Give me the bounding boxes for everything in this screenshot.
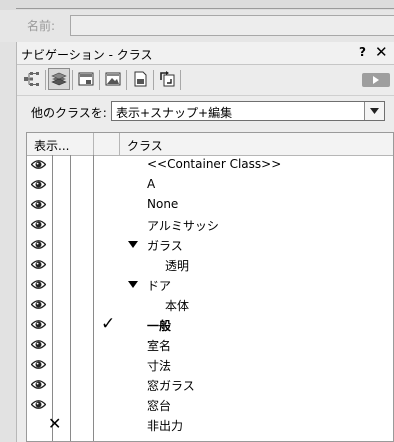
class-name: 透明 bbox=[165, 259, 190, 273]
eye-icon[interactable] bbox=[30, 199, 47, 213]
eye-icon[interactable] bbox=[30, 219, 47, 233]
name-field[interactable] bbox=[70, 15, 394, 36]
class-row[interactable]: 室名 bbox=[27, 335, 393, 355]
eye-icon[interactable] bbox=[30, 359, 47, 373]
eye-icon[interactable] bbox=[30, 239, 47, 253]
class-name: ガラス bbox=[147, 239, 183, 253]
class-row[interactable]: 本体 bbox=[27, 295, 393, 315]
class-list: 表示... クラス <<Container Class>> A None アルミサッシ… bbox=[26, 132, 394, 442]
class-name: 窓ガラス bbox=[147, 379, 195, 393]
class-name: 窓台 bbox=[147, 399, 172, 413]
class-row[interactable]: ガラス bbox=[27, 235, 393, 255]
class-name: アルミサッシ bbox=[147, 219, 219, 233]
viewport-icon[interactable] bbox=[75, 68, 97, 90]
name-label: 名前: bbox=[27, 19, 56, 33]
navigation-palette: ナビゲーション - クラス ? ✕ 他のクラスを: 表示+スナップ+編集 表示.… bbox=[17, 42, 394, 442]
eye-icon[interactable] bbox=[30, 399, 47, 413]
eye-icon[interactable] bbox=[30, 179, 47, 193]
filter-label: 他のクラスを: bbox=[31, 106, 107, 120]
class-name: 寸法 bbox=[147, 359, 172, 373]
eye-icon[interactable] bbox=[30, 379, 47, 393]
class-row[interactable]: None bbox=[27, 195, 393, 215]
left-dock-strip bbox=[0, 42, 17, 442]
eye-icon[interactable] bbox=[30, 319, 47, 333]
eye-icon[interactable] bbox=[30, 339, 47, 353]
eye-icon[interactable] bbox=[30, 159, 47, 173]
class-name: 一般 bbox=[147, 319, 172, 333]
class-row[interactable]: <<Container Class>> bbox=[27, 155, 393, 175]
active-class-checkmark-icon: ✓ bbox=[101, 314, 116, 334]
top-band bbox=[0, 0, 394, 10]
class-row[interactable]: A bbox=[27, 175, 393, 195]
chevron-down-icon[interactable] bbox=[364, 102, 384, 120]
image-icon[interactable] bbox=[102, 68, 124, 90]
class-row[interactable]: ✓ 一般 bbox=[27, 314, 393, 335]
class-tree-icon[interactable] bbox=[21, 68, 43, 90]
class-name: None bbox=[147, 197, 179, 211]
document-icon[interactable] bbox=[129, 68, 151, 90]
close-button[interactable]: ✕ bbox=[375, 43, 388, 61]
class-name: 非出力 bbox=[147, 419, 184, 433]
class-row[interactable]: 窓ガラス bbox=[27, 375, 393, 395]
palette-title: ナビゲーション - クラス bbox=[21, 48, 153, 62]
class-name: <<Container Class>> bbox=[147, 157, 282, 171]
palette-title-bar[interactable]: ナビゲーション - クラス ? ✕ bbox=[17, 42, 394, 65]
reference-icon[interactable] bbox=[156, 68, 178, 90]
class-row[interactable]: 透明 bbox=[27, 255, 393, 275]
class-column-header[interactable]: クラス bbox=[127, 137, 163, 154]
class-row[interactable]: 窓台 bbox=[27, 395, 393, 415]
visibility-column-header[interactable]: 表示... bbox=[34, 137, 69, 154]
hidden-x-icon[interactable]: ✕ bbox=[48, 414, 61, 433]
help-button[interactable]: ? bbox=[359, 45, 366, 59]
list-header: 表示... クラス bbox=[27, 133, 393, 156]
other-classes-select[interactable]: 表示+スナップ+編集 bbox=[111, 101, 385, 121]
class-row[interactable]: アルミサッシ bbox=[27, 215, 393, 235]
eye-icon[interactable] bbox=[30, 259, 47, 273]
expand-triangle-icon[interactable] bbox=[128, 241, 138, 248]
palette-toolbar bbox=[17, 65, 394, 96]
eye-icon[interactable] bbox=[30, 279, 47, 293]
class-name: A bbox=[147, 177, 156, 191]
class-name: 本体 bbox=[165, 299, 190, 313]
eye-icon[interactable] bbox=[30, 299, 47, 313]
layers-icon[interactable] bbox=[48, 68, 70, 90]
select-value: 表示+スナップ+編集 bbox=[116, 106, 233, 120]
play-button[interactable] bbox=[362, 73, 390, 87]
class-name: 室名 bbox=[147, 339, 172, 353]
name-row: 名前: bbox=[0, 10, 394, 42]
filter-row: 他のクラスを: 表示+スナップ+編集 bbox=[17, 96, 394, 126]
class-name: ドア bbox=[147, 279, 172, 293]
class-row[interactable]: ✕ 非出力 bbox=[27, 414, 393, 435]
class-row[interactable]: ドア bbox=[27, 275, 393, 295]
expand-triangle-icon[interactable] bbox=[128, 281, 138, 288]
class-row[interactable]: 寸法 bbox=[27, 355, 393, 375]
